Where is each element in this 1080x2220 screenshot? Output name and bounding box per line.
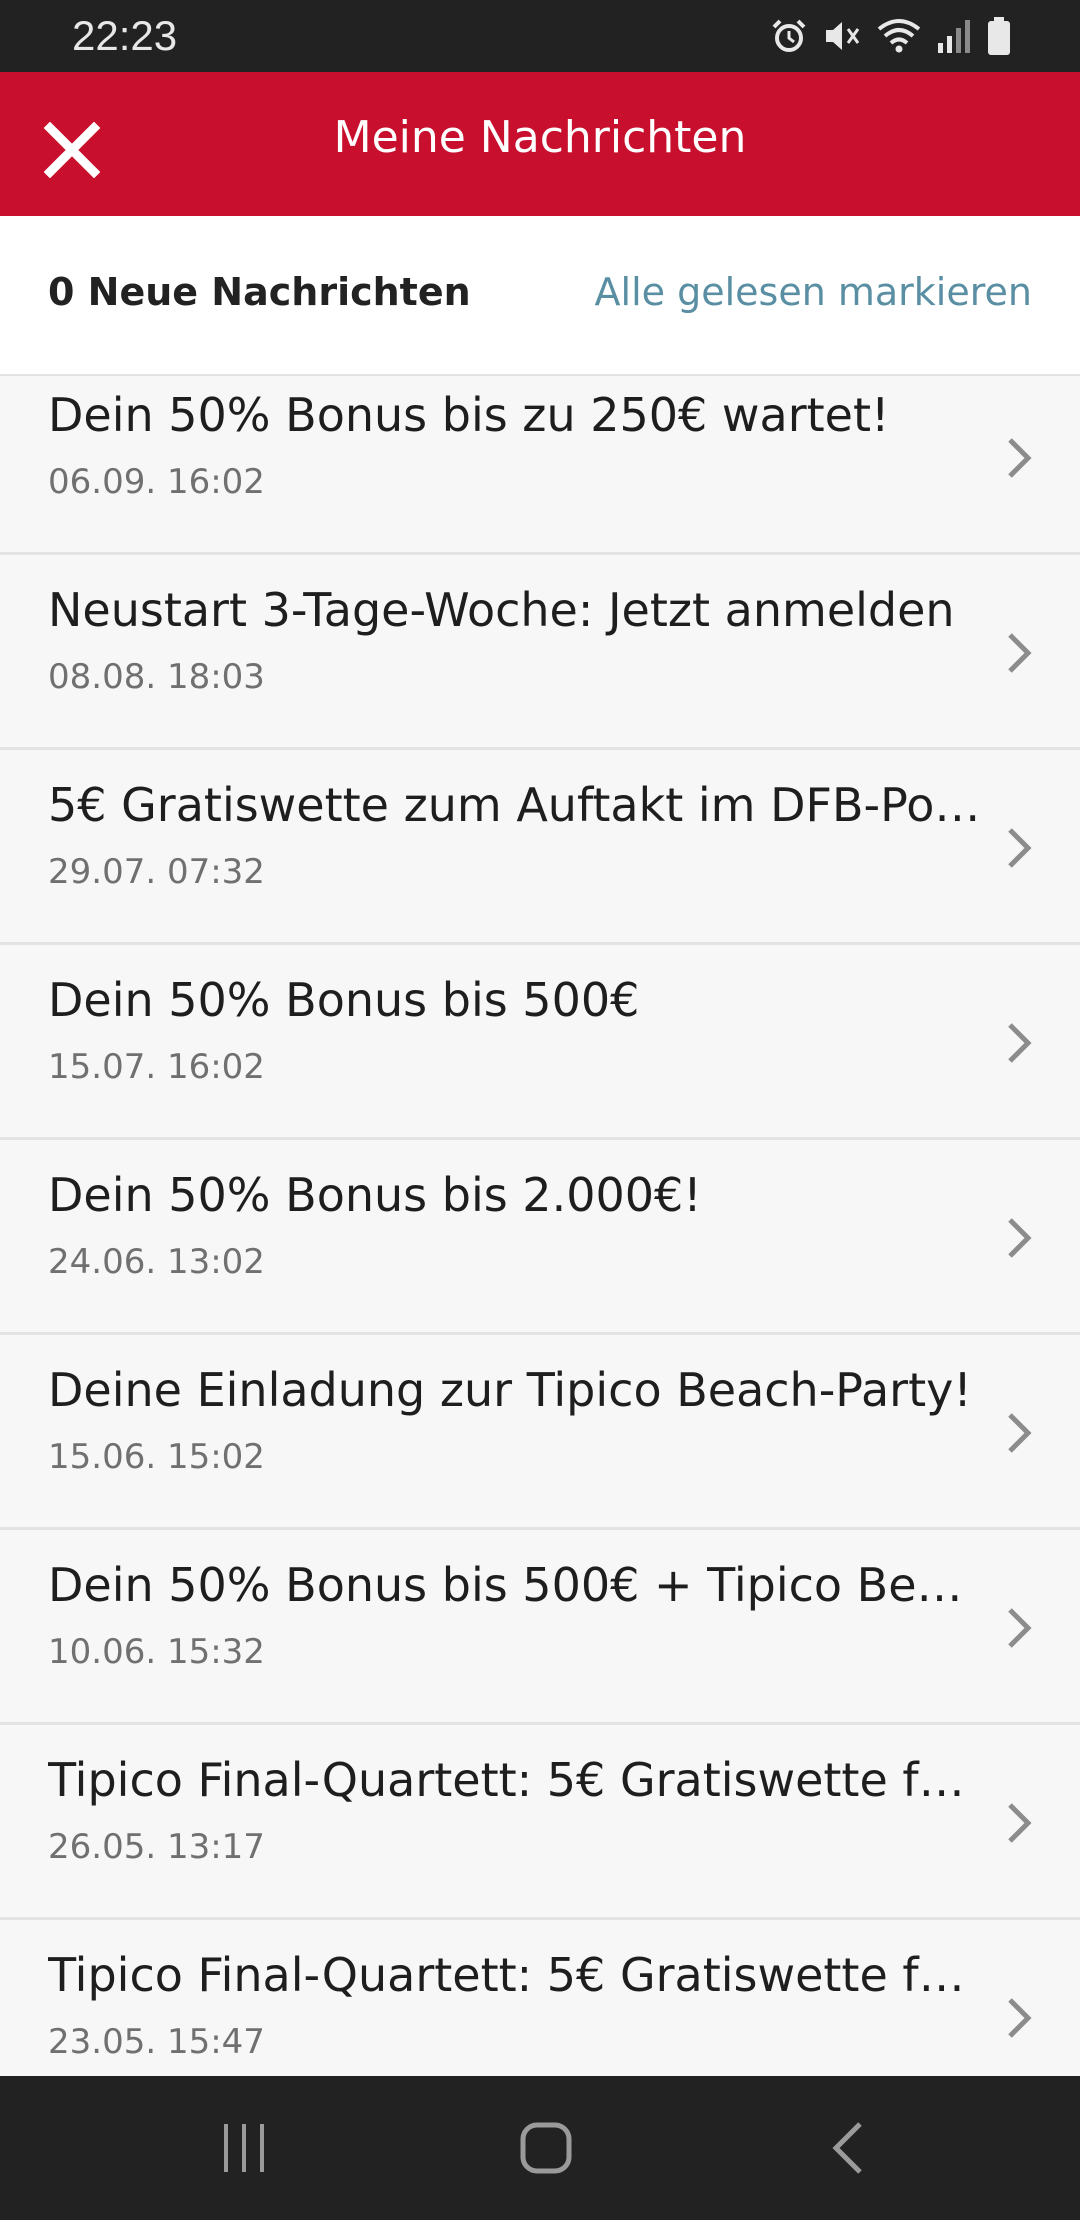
mute-icon	[822, 17, 862, 55]
message-item[interactable]: Dein 50% Bonus bis 500€ 15.07. 16:02	[0, 947, 1080, 1140]
home-button[interactable]	[516, 2118, 576, 2178]
message-item[interactable]: Neustart 3-Tage-Woche: Jetzt anmelden 08.…	[0, 557, 1080, 750]
summary-bar: 0 Neue Nachrichten Alle gelesen markiere…	[0, 216, 1080, 376]
system-nav-bar	[0, 2076, 1080, 2220]
message-date: 29.07. 07:32	[48, 852, 265, 892]
status-icons	[770, 14, 1012, 58]
back-icon	[832, 2122, 862, 2174]
chevron-right-icon	[1008, 1218, 1032, 1258]
app-header: Meine Nachrichten	[0, 72, 1080, 216]
message-item[interactable]: Tipico Final-Quartett: 5€ Gratiswette fü…	[0, 1922, 1080, 2076]
home-icon	[520, 2122, 572, 2174]
message-title: Dein 50% Bonus bis 500€ + Tipico Beach-P…	[48, 1558, 988, 1612]
message-list[interactable]: Dein 50% Bonus bis zu 250€ wartet! 06.09.…	[0, 376, 1080, 2076]
page-title: Meine Nachrichten	[333, 112, 747, 163]
message-title: Tipico Final-Quartett: 5€ Gratiswette fü…	[48, 1948, 988, 2002]
message-title: Neustart 3-Tage-Woche: Jetzt anmelden	[48, 583, 955, 637]
message-date: 10.06. 15:32	[48, 1632, 265, 1672]
status-bar: 22:23	[0, 0, 1080, 72]
message-date: 08.08. 18:03	[48, 657, 265, 697]
message-title: Dein 50% Bonus bis 500€	[48, 973, 640, 1027]
recent-apps-icon	[224, 2124, 264, 2172]
message-date: 26.05. 13:17	[48, 1827, 265, 1867]
chevron-right-icon	[1008, 828, 1032, 868]
chevron-right-icon	[1008, 1803, 1032, 1843]
message-title: Deine Einladung zur Tipico Beach-Party!	[48, 1363, 972, 1417]
message-date: 15.06. 15:02	[48, 1437, 265, 1477]
message-date: 24.06. 13:02	[48, 1242, 265, 1282]
new-messages-count: 0 Neue Nachrichten	[48, 270, 471, 314]
chevron-right-icon	[1008, 633, 1032, 673]
message-title: Tipico Final-Quartett: 5€ Gratiswette fü…	[48, 1753, 988, 1807]
chevron-right-icon	[1008, 1608, 1032, 1648]
wifi-icon	[876, 17, 922, 55]
message-item[interactable]: Tipico Final-Quartett: 5€ Gratiswette fü…	[0, 1727, 1080, 1920]
message-date: 15.07. 16:02	[48, 1047, 265, 1087]
message-title: 5€ Gratiswette zum Auftakt im DFB-Pokal!	[48, 778, 988, 832]
chevron-right-icon	[1008, 1998, 1032, 2038]
message-title: Dein 50% Bonus bis zu 250€ wartet!	[48, 388, 890, 442]
status-time: 22:23	[72, 12, 178, 59]
chevron-right-icon	[1008, 1023, 1032, 1063]
battery-icon	[986, 16, 1012, 56]
recent-apps-button[interactable]	[214, 2118, 274, 2178]
chevron-right-icon	[1008, 438, 1032, 478]
message-item[interactable]: Dein 50% Bonus bis 2.000€! 24.06. 13:02	[0, 1142, 1080, 1335]
message-item[interactable]: Deine Einladung zur Tipico Beach-Party! 1…	[0, 1337, 1080, 1530]
message-title: Dein 50% Bonus bis 2.000€!	[48, 1168, 702, 1222]
message-item[interactable]: 5€ Gratiswette zum Auftakt im DFB-Pokal!…	[0, 752, 1080, 945]
message-date: 06.09. 16:02	[48, 462, 265, 502]
message-item[interactable]: Dein 50% Bonus bis 500€ + Tipico Beach-P…	[0, 1532, 1080, 1725]
back-button[interactable]	[820, 2118, 880, 2178]
message-date: 23.05. 15:47	[48, 2022, 265, 2062]
chevron-right-icon	[1008, 1413, 1032, 1453]
signal-icon	[936, 17, 972, 55]
message-item[interactable]: Dein 50% Bonus bis zu 250€ wartet! 06.09.…	[0, 376, 1080, 555]
alarm-icon	[770, 17, 808, 55]
mark-all-read-link[interactable]: Alle gelesen markieren	[595, 270, 1032, 314]
